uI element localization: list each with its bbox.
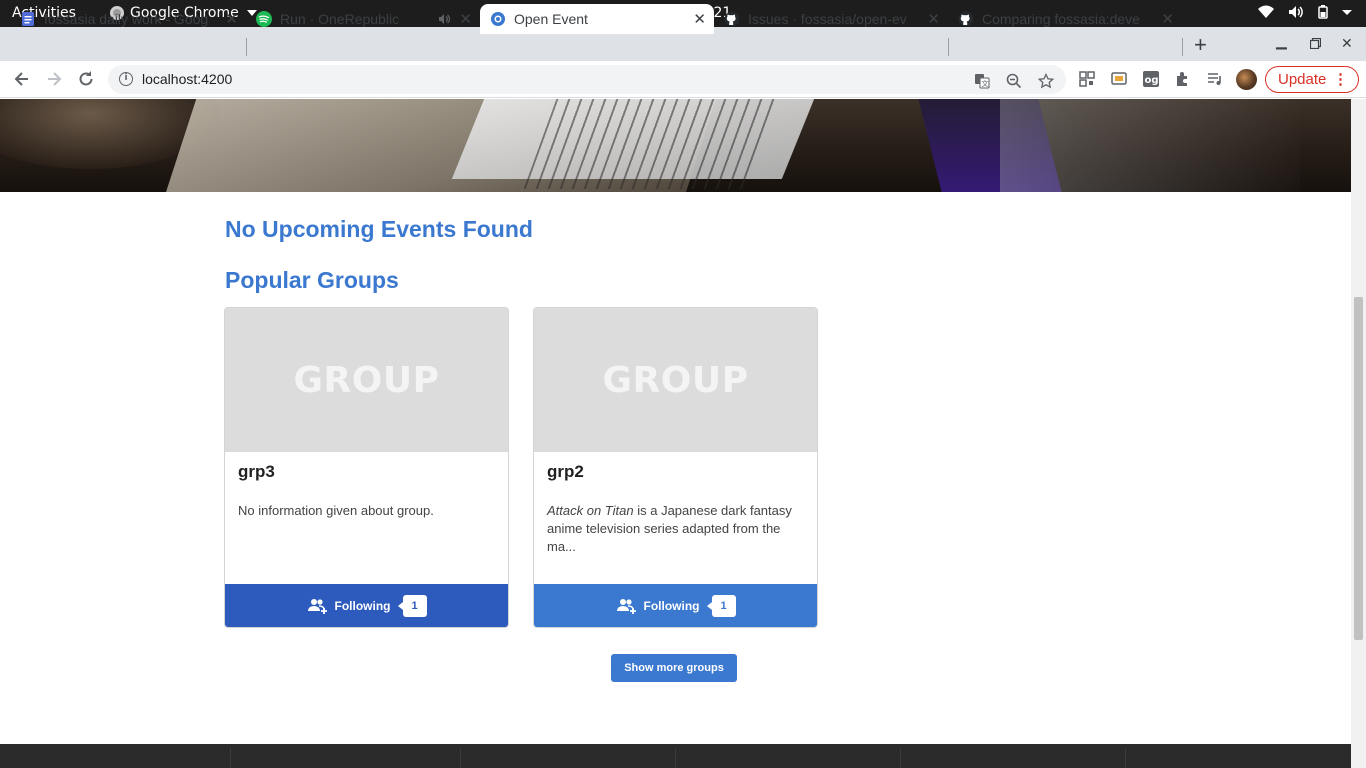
close-icon[interactable]: ✕ bbox=[225, 10, 238, 28]
page-viewport: No Upcoming Events Found Popular Groups … bbox=[0, 99, 1351, 768]
show-more-groups-button[interactable]: Show more groups bbox=[611, 654, 737, 682]
group-name[interactable]: grp3 bbox=[238, 462, 275, 482]
system-tray[interactable] bbox=[1258, 5, 1352, 19]
follower-count-badge: 1 bbox=[397, 594, 427, 617]
user-group-add-icon bbox=[616, 598, 636, 614]
bookmark-star-icon[interactable] bbox=[1038, 73, 1054, 89]
tab-title: Run · OneRepublic bbox=[280, 11, 400, 27]
follow-label: Following bbox=[643, 598, 700, 613]
tab-title: Open Event bbox=[514, 11, 588, 27]
tab-title: Issues · fossasia/open-ev bbox=[748, 11, 907, 27]
close-icon[interactable]: ✕ bbox=[927, 10, 940, 28]
hero-light-shape bbox=[1000, 99, 1300, 192]
group-description: No information given about group. bbox=[238, 503, 434, 518]
scrollbar-thumb[interactable] bbox=[1354, 297, 1363, 640]
user-group-add-icon bbox=[307, 598, 327, 614]
footer-divider bbox=[230, 748, 231, 768]
forward-icon[interactable] bbox=[44, 69, 64, 89]
volume-icon bbox=[1289, 6, 1303, 18]
group-placeholder-text: GROUP bbox=[293, 359, 440, 401]
page-scrollbar[interactable] bbox=[1351, 99, 1366, 768]
extension-og-icon[interactable]: og bbox=[1142, 70, 1160, 88]
close-icon[interactable]: ✕ bbox=[1161, 10, 1174, 28]
footer-divider bbox=[900, 748, 901, 768]
qr-code-icon[interactable] bbox=[1078, 70, 1096, 88]
audio-playing-icon[interactable] bbox=[438, 13, 450, 25]
google-docs-icon bbox=[22, 12, 34, 26]
upcoming-events-heading: No Upcoming Events Found bbox=[225, 216, 533, 242]
close-window-button[interactable]: ✕ bbox=[1341, 36, 1353, 52]
url-text: localhost:4200 bbox=[142, 71, 233, 87]
minimize-button[interactable]: ▁ bbox=[1276, 34, 1287, 50]
group-card-grp3[interactable]: GROUP grp3 No information given about gr… bbox=[224, 307, 509, 628]
new-tab-button[interactable]: + bbox=[1194, 32, 1207, 58]
tab-divider bbox=[246, 38, 247, 56]
group-placeholder-image[interactable]: GROUP bbox=[534, 308, 817, 452]
tab-fossasia-daily-work[interactable]: fossasia daily work - Goog ✕ bbox=[10, 4, 246, 34]
update-button[interactable]: Update ⋮ bbox=[1265, 66, 1359, 93]
svg-text:og: og bbox=[1145, 75, 1159, 86]
tab-title: fossasia daily work - Goog bbox=[44, 11, 209, 27]
tab-comparing-fossasia[interactable]: Comparing fossasia:deve ✕ bbox=[948, 4, 1182, 34]
zoom-icon[interactable] bbox=[1006, 73, 1022, 89]
extensions-puzzle-icon[interactable] bbox=[1174, 70, 1192, 88]
update-label: Update bbox=[1278, 71, 1327, 88]
tab-divider bbox=[1182, 38, 1183, 56]
battery-icon bbox=[1318, 5, 1328, 19]
tab-onerepublic[interactable]: Run · OneRepublic ✕ bbox=[246, 4, 480, 34]
profile-avatar[interactable] bbox=[1236, 69, 1257, 90]
wifi-icon bbox=[1258, 5, 1274, 18]
restore-button[interactable] bbox=[1310, 38, 1321, 49]
media-controls-icon[interactable] bbox=[1206, 70, 1224, 88]
github-icon bbox=[724, 11, 740, 27]
tab-issues-open-event[interactable]: Issues · fossasia/open-ev ✕ bbox=[714, 4, 948, 34]
spotify-icon bbox=[256, 11, 272, 27]
tab-title: Comparing fossasia:deve bbox=[982, 11, 1140, 27]
svg-text:文: 文 bbox=[982, 79, 989, 88]
close-icon[interactable]: ✕ bbox=[459, 10, 472, 28]
footer-divider bbox=[675, 748, 676, 768]
follower-count-badge: 1 bbox=[706, 594, 736, 617]
group-placeholder-image[interactable]: GROUP bbox=[225, 308, 508, 452]
system-menu-caret-icon bbox=[1342, 10, 1352, 15]
group-name[interactable]: grp2 bbox=[547, 462, 584, 482]
reload-icon[interactable] bbox=[76, 69, 96, 89]
browser-toolbar: i localhost:4200 文 bbox=[0, 61, 1366, 98]
follow-button[interactable]: Following 1 bbox=[225, 584, 508, 627]
footer-divider bbox=[460, 748, 461, 768]
page-footer bbox=[0, 744, 1351, 768]
follow-label: Following bbox=[334, 598, 391, 613]
group-description: Attack on Titan is a Japanese dark fanta… bbox=[547, 502, 807, 556]
github-icon bbox=[958, 11, 974, 27]
translate-icon[interactable]: 文 bbox=[974, 73, 990, 89]
tab-divider bbox=[948, 38, 949, 56]
cast-icon[interactable] bbox=[1110, 70, 1128, 88]
close-icon[interactable]: ✕ bbox=[693, 10, 706, 28]
more-menu-icon[interactable]: ⋮ bbox=[1333, 70, 1348, 88]
site-info-icon[interactable]: i bbox=[119, 72, 133, 86]
tab-open-event[interactable]: Open Event ✕ bbox=[480, 4, 714, 34]
back-icon[interactable] bbox=[12, 69, 32, 89]
address-bar[interactable]: i localhost:4200 文 bbox=[108, 65, 1066, 94]
hero-banner-image bbox=[0, 99, 1351, 192]
popular-groups-heading: Popular Groups bbox=[225, 267, 399, 293]
description-emphasis: Attack on Titan bbox=[547, 503, 634, 518]
group-card-grp2[interactable]: GROUP grp2 Attack on Titan is a Japanese… bbox=[533, 307, 818, 628]
group-placeholder-text: GROUP bbox=[602, 359, 749, 401]
follow-button[interactable]: Following 1 bbox=[534, 584, 817, 627]
footer-divider bbox=[1125, 748, 1126, 768]
hero-lines-shape bbox=[523, 99, 777, 189]
open-event-icon bbox=[491, 12, 505, 26]
